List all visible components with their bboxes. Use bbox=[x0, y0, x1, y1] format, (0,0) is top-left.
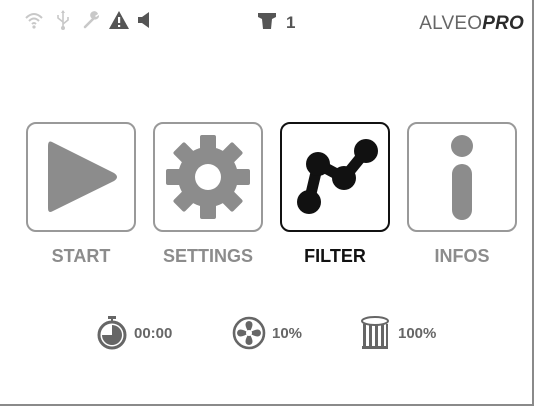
filter-label: FILTER bbox=[304, 246, 366, 266]
timer-stat: 00:00 bbox=[96, 316, 196, 350]
timer-icon bbox=[97, 316, 127, 350]
dock-icon bbox=[256, 10, 278, 32]
brand-logo: ALVEOPRO bbox=[419, 13, 524, 34]
settings-label: SETTINGS bbox=[162, 246, 253, 266]
play-icon bbox=[48, 141, 117, 212]
warning-icon bbox=[108, 10, 130, 30]
filter-cartridge-icon bbox=[361, 316, 389, 349]
wifi-icon bbox=[24, 10, 44, 30]
infos-label: INFOS bbox=[434, 246, 490, 266]
filter-value: 100% bbox=[398, 325, 437, 342]
timer-value: 00:00 bbox=[134, 325, 173, 342]
filter-button[interactable] bbox=[280, 122, 390, 232]
filter-graph-icon bbox=[297, 139, 378, 214]
filter-stat: 100% bbox=[360, 316, 470, 350]
gear-icon bbox=[166, 135, 250, 219]
settings-button[interactable] bbox=[153, 122, 263, 232]
dock-count: 1 bbox=[286, 13, 296, 32]
infos-button[interactable] bbox=[407, 122, 517, 232]
status-bar: 1 ALVEOPRO bbox=[24, 10, 524, 40]
fan-value: 10% bbox=[272, 325, 303, 342]
fan-icon bbox=[232, 316, 266, 350]
start-label: START bbox=[51, 246, 111, 266]
start-button[interactable] bbox=[26, 122, 136, 232]
wrench-icon bbox=[82, 10, 102, 30]
info-icon bbox=[451, 135, 473, 220]
usb-icon bbox=[56, 10, 70, 30]
fan-stat: 10% bbox=[232, 316, 322, 350]
speaker-icon bbox=[136, 10, 154, 30]
